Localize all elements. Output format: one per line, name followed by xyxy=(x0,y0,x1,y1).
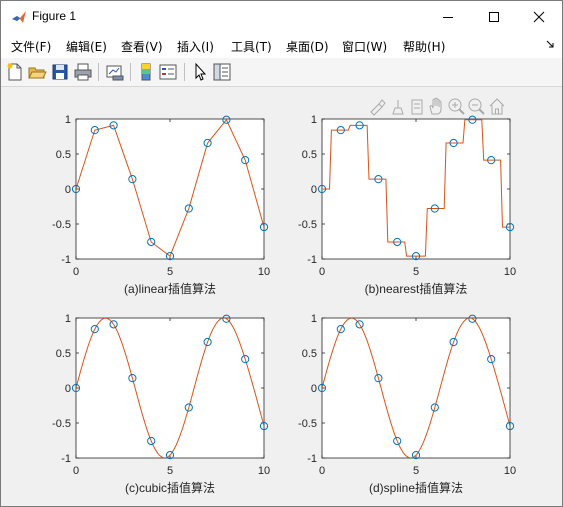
x-axis-label: (d)spline插值算法 xyxy=(369,480,463,495)
x-tick-label: 10 xyxy=(504,266,516,278)
y-tick-label: 1 xyxy=(65,114,71,126)
x-tick-label: 5 xyxy=(167,266,173,278)
x-tick-label: 10 xyxy=(258,266,270,278)
figure-window: Figure 1 文件(F) 编辑(E) 查看(V) 插入(I) 工具(T) 桌… xyxy=(0,0,563,507)
x-tick-label: 10 xyxy=(258,465,270,477)
figure-canvas: 0 5 1010.50-0.5-1(a)linear插值算法0 5 1010.50-0.… xyxy=(52,114,516,495)
y-tick-label: 0 xyxy=(311,383,317,395)
subplot-3[interactable]: 0 5 10 1 0.5 0 -0.5 -1 (c)cubic插值算法 xyxy=(52,313,270,495)
y-tick-label: -1 xyxy=(61,254,71,266)
x-axis-label: (b)nearest插值算法 xyxy=(365,281,468,296)
x-tick-label: 0 xyxy=(73,266,79,278)
y-tick-label: -0.5 xyxy=(52,418,71,430)
x-tick-label: 0 xyxy=(319,465,325,477)
y-tick-label: -0.5 xyxy=(298,418,317,430)
y-tick-label: -0.5 xyxy=(298,219,317,231)
y-tick-label: 0.5 xyxy=(302,149,317,161)
y-tick-label: -1 xyxy=(307,254,317,266)
y-tick-label: 1 xyxy=(311,114,317,126)
y-tick-label: -0.5 xyxy=(52,219,71,231)
x-tick-label: 0 xyxy=(73,465,79,477)
subplot-4[interactable]: 0 5 10 1 0.5 0 -0.5 -1 (d)spline插值算法 xyxy=(298,313,516,495)
y-tick-label: -1 xyxy=(61,453,71,465)
y-tick-label: 0 xyxy=(311,184,317,196)
y-tick-label: 0 xyxy=(65,184,71,196)
x-tick-label: 0 xyxy=(319,266,325,278)
subplot-1[interactable]: 0 5 10 1 0.5 0 -0.5 -1 (a)linear插值算法 xyxy=(52,114,270,296)
y-tick-label: 0 xyxy=(65,383,71,395)
y-tick-label: 0.5 xyxy=(56,149,71,161)
x-axis-label: (a)linear插值算法 xyxy=(124,281,216,296)
axes-box xyxy=(321,317,511,459)
y-tick-label: -1 xyxy=(307,453,317,465)
y-tick-label: 0.5 xyxy=(302,348,317,360)
subplot-2[interactable]: 0 5 10 1 0.5 0 -0.5 -1 (b)nearest插值算法 xyxy=(298,114,516,296)
x-tick-label: 5 xyxy=(167,465,173,477)
x-tick-label: 5 xyxy=(413,465,419,477)
x-tick-label: 5 xyxy=(413,266,419,278)
axes-box xyxy=(75,317,265,459)
y-tick-label: 0.5 xyxy=(56,348,71,360)
axes-box xyxy=(321,118,511,260)
y-tick-label: 1 xyxy=(65,313,71,325)
y-tick-label: 1 xyxy=(311,313,317,325)
x-tick-label: 10 xyxy=(504,465,516,477)
x-axis-label: (c)cubic插值算法 xyxy=(125,480,215,495)
